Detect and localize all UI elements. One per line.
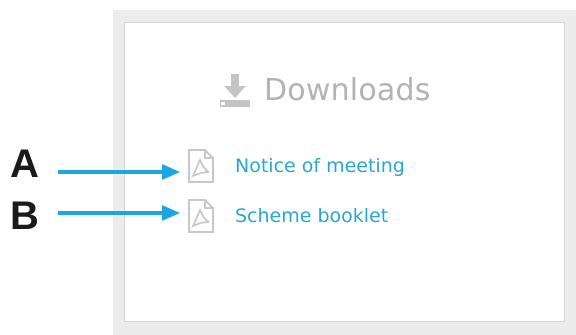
download-link-scheme-booklet[interactable]: Scheme booklet xyxy=(235,205,388,227)
download-link-notice-of-meeting[interactable]: Notice of meeting xyxy=(235,155,405,177)
annotation-arrow-a xyxy=(58,164,180,180)
pdf-file-icon xyxy=(188,199,214,233)
download-item-notice-of-meeting[interactable]: Notice of meeting xyxy=(183,148,405,184)
annotation-arrow-b xyxy=(58,205,180,221)
pdf-file-icon xyxy=(188,149,214,183)
download-item-scheme-booklet[interactable]: Scheme booklet xyxy=(183,198,388,234)
annotation-marker-b: B xyxy=(10,194,39,238)
download-icon xyxy=(220,74,250,107)
annotation-marker-a: A xyxy=(10,142,39,186)
downloads-heading: Downloads xyxy=(218,70,431,110)
downloads-title: Downloads xyxy=(264,72,431,108)
